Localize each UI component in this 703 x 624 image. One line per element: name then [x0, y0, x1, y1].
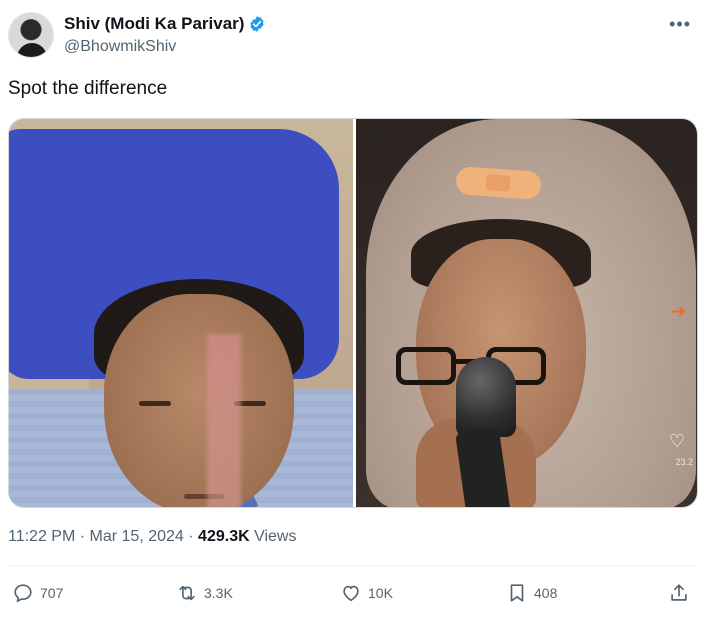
more-icon[interactable]: •••	[669, 14, 691, 35]
tweet-date[interactable]: Mar 15, 2024	[90, 528, 184, 545]
avatar[interactable]	[8, 12, 54, 58]
meta-separator: ·	[188, 528, 194, 545]
bookmark-button[interactable]: 408	[506, 582, 557, 604]
share-button[interactable]	[668, 582, 690, 604]
verified-badge-icon	[250, 16, 265, 32]
orange-arrow-icon: ➔	[671, 301, 687, 321]
tweet-time[interactable]: 11:22 PM	[8, 528, 75, 545]
like-button[interactable]: 10K	[340, 582, 393, 604]
like-count: 10K	[368, 585, 393, 601]
heart-icon	[343, 585, 359, 602]
author-name-line: Shiv (Modi Ka Parivar)	[64, 14, 266, 34]
author-display-name[interactable]: Shiv (Modi Ka Parivar)	[64, 14, 244, 34]
views-label: Views	[254, 528, 297, 545]
closed-eye-left	[139, 401, 171, 406]
retweet-button[interactable]: 3.3K	[176, 582, 233, 604]
reply-button[interactable]: 707	[12, 582, 63, 604]
media-photo-left[interactable]	[9, 119, 353, 507]
overlay-count: 23.2	[675, 457, 693, 467]
blurred-strip	[207, 334, 241, 507]
forehead-bandage	[455, 166, 542, 200]
face	[104, 294, 294, 507]
overlay-heart-icon: ♡	[669, 431, 686, 451]
tweet-actions: 707 3.3K 10K 408	[8, 582, 695, 612]
share-icon	[671, 584, 687, 601]
glasses-lens-left	[396, 347, 456, 385]
tweet-text: Spot the difference	[8, 78, 168, 99]
retweet-icon	[179, 585, 195, 601]
tweet-meta: 11:22 PM · Mar 15, 2024 · 429.3K Views	[8, 528, 296, 546]
microphone-head	[456, 357, 516, 437]
divider	[8, 565, 695, 566]
retweet-count: 3.3K	[204, 585, 233, 601]
views-count: 429.3K	[198, 528, 250, 545]
tweet-media[interactable]: ➔ ♡ 23.2	[8, 118, 698, 508]
meta-separator: ·	[79, 528, 86, 545]
tweet-header: Shiv (Modi Ka Parivar) @BhowmikShiv •••	[8, 12, 695, 62]
bookmark-icon	[510, 584, 524, 602]
reply-icon	[14, 584, 32, 603]
media-photo-right[interactable]: ➔ ♡ 23.2	[356, 119, 697, 507]
author-handle[interactable]: @BhowmikShiv	[64, 38, 176, 56]
bookmark-count: 408	[534, 585, 558, 601]
reply-count: 707	[40, 585, 64, 601]
